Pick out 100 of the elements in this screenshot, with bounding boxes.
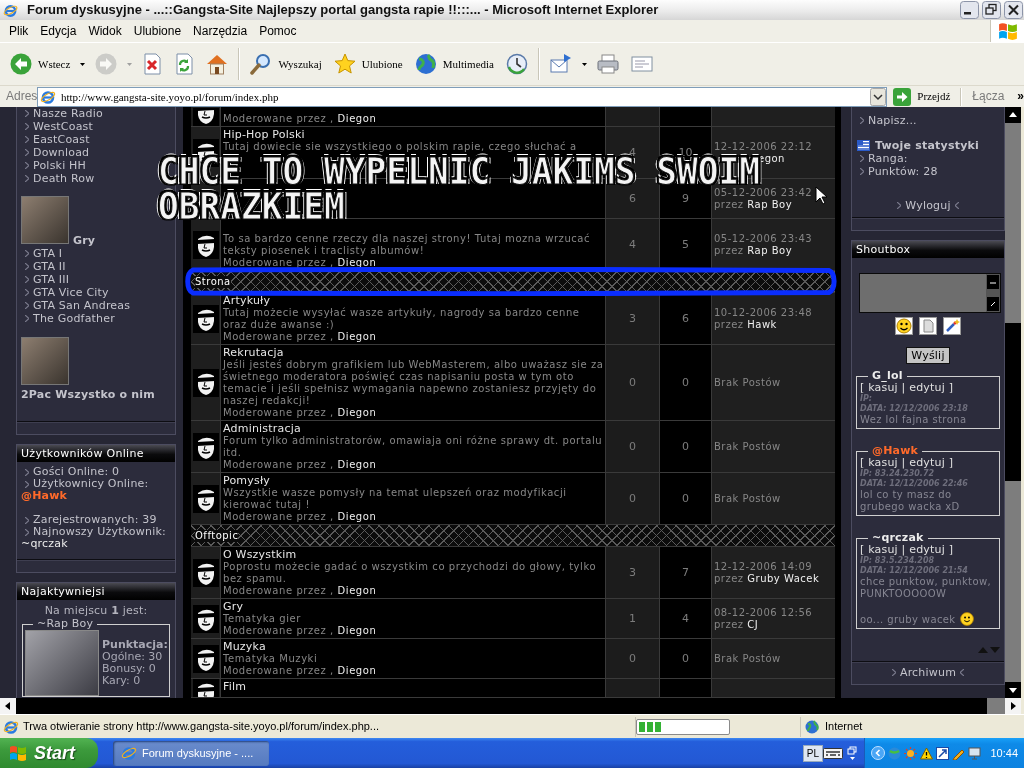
moderator-link[interactable]: Diegon bbox=[337, 257, 377, 268]
moderator-link[interactable]: Diegon bbox=[337, 331, 377, 342]
start-button[interactable]: Start bbox=[0, 738, 98, 768]
forum-title[interactable]: Rekrutacja bbox=[223, 347, 284, 359]
links-button[interactable]: Łącza bbox=[972, 90, 1005, 103]
globe-icon bbox=[805, 719, 819, 734]
scrollbar-thumb[interactable] bbox=[987, 698, 1005, 714]
forum-title[interactable]: Hip-Hop Polski bbox=[223, 129, 305, 141]
author-link[interactable]: Gruby Wacek bbox=[747, 572, 820, 584]
scrollbar-thumb[interactable] bbox=[1005, 323, 1021, 481]
sidebar-link[interactable]: GTA I bbox=[33, 247, 63, 260]
menu-item[interactable]: Widok bbox=[82, 23, 128, 39]
sidebar-link[interactable]: GTA II bbox=[33, 260, 66, 273]
author-link[interactable]: Rap Boy bbox=[747, 198, 793, 210]
more-button[interactable]: » bbox=[1017, 90, 1024, 103]
caret-icon[interactable] bbox=[582, 62, 587, 66]
close-button[interactable] bbox=[1004, 1, 1023, 19]
search-button[interactable]: Wyszukaj bbox=[248, 47, 324, 81]
user-link[interactable]: ~qrczak bbox=[21, 538, 68, 550]
shout-actions[interactable]: [ kasuj | edytuj ] bbox=[860, 457, 954, 469]
sidebar-link[interactable]: EastCoast bbox=[33, 133, 90, 146]
moderator-link[interactable]: Diegon bbox=[337, 459, 377, 470]
no-posts-label: Brak Postów bbox=[714, 652, 781, 665]
scroll-right-button[interactable] bbox=[1005, 698, 1021, 714]
address-combobox[interactable]: http://www.gangsta-site.yoyo.pl/forum/index.php bbox=[37, 86, 888, 107]
author-link[interactable]: CJ bbox=[747, 618, 759, 630]
scroll-left-button[interactable] bbox=[0, 698, 16, 714]
moderator-link[interactable]: Diegon bbox=[337, 585, 377, 596]
category-title[interactable]: Offtopic bbox=[195, 529, 239, 542]
restore-button[interactable] bbox=[982, 1, 1001, 19]
author-link[interactable]: Rap Boy bbox=[747, 244, 793, 256]
scroll-up-button[interactable] bbox=[1005, 107, 1021, 123]
dropdown-button[interactable] bbox=[870, 87, 887, 106]
forum-title[interactable]: Artykuły bbox=[223, 295, 271, 307]
shout-author[interactable]: @Hawk bbox=[868, 445, 923, 457]
menu-item[interactable]: Edycja bbox=[34, 23, 83, 39]
menu-item[interactable]: Narzędzia bbox=[187, 23, 254, 39]
send-button[interactable]: Wyślij bbox=[906, 347, 950, 364]
forum-title[interactable]: Gry bbox=[223, 601, 244, 613]
sidebar-link[interactable]: Death Row bbox=[33, 172, 95, 185]
menu-item[interactable]: Plik bbox=[3, 23, 35, 39]
archive-link[interactable]: Archiwum bbox=[899, 666, 957, 679]
sidebar-link[interactable]: Polski HH bbox=[33, 159, 87, 172]
sidebar-link[interactable]: WestCoast bbox=[33, 120, 94, 133]
media-button[interactable]: Multimedia bbox=[412, 47, 496, 81]
monitor-icon[interactable] bbox=[968, 746, 981, 760]
user-name[interactable]: ~Rap Boy bbox=[33, 618, 98, 630]
moderator-link[interactable]: Diegon bbox=[337, 113, 377, 124]
forum-title[interactable]: Pomysły bbox=[223, 475, 270, 487]
author-link[interactable]: Hawk bbox=[747, 318, 777, 330]
moderator-link[interactable]: Diegon bbox=[337, 665, 377, 676]
sun-icon[interactable] bbox=[904, 746, 917, 760]
favorites-button[interactable]: Ulubione bbox=[331, 47, 405, 81]
user-link[interactable]: @Hawk bbox=[21, 490, 68, 502]
restore-icon[interactable] bbox=[847, 746, 858, 760]
warning-icon[interactable] bbox=[920, 746, 933, 760]
shout-field[interactable] bbox=[859, 273, 1001, 313]
smiley-icon[interactable] bbox=[895, 317, 913, 335]
sidebar-link[interactable]: GTA III bbox=[33, 273, 70, 286]
section-heading[interactable]: 2Pac Wszystko o nim bbox=[21, 388, 155, 401]
forum-title[interactable]: Film bbox=[223, 681, 247, 693]
logout-link[interactable]: Wyloguj bbox=[905, 199, 951, 212]
moderator-link[interactable]: Diegon bbox=[337, 625, 377, 636]
no-posts-label: Brak Postów bbox=[714, 492, 781, 505]
sidebar-link[interactable]: GTA San Andreas bbox=[33, 299, 131, 312]
post-count: 5 bbox=[682, 238, 689, 251]
forum-title[interactable]: O Wszystkim bbox=[223, 549, 297, 561]
post-count: 6 bbox=[682, 312, 689, 325]
go-button[interactable]: Przejdź bbox=[891, 87, 953, 106]
wand-icon[interactable] bbox=[943, 317, 961, 335]
moderator-link[interactable]: Diegon bbox=[337, 407, 377, 418]
expand-button[interactable] bbox=[871, 746, 885, 760]
shout-author[interactable]: ~qrczak bbox=[868, 532, 928, 544]
moderator-link[interactable]: Diegon bbox=[337, 511, 377, 522]
sidebar-link[interactable]: Download bbox=[33, 146, 90, 159]
menu-item[interactable]: Ulubione bbox=[127, 23, 188, 39]
sidebar-link[interactable]: Nasze Radio bbox=[33, 107, 103, 120]
scroll-down-button[interactable] bbox=[1005, 682, 1021, 698]
page-icon[interactable] bbox=[919, 317, 937, 335]
moderator-line: Moderowane przez , Diegon bbox=[223, 407, 377, 419]
back-button[interactable]: Wstecz bbox=[8, 47, 73, 81]
url-field[interactable]: http://www.gangsta-site.yoyo.pl/forum/index.php bbox=[61, 88, 866, 105]
sidebar-link[interactable]: The Godfather bbox=[33, 312, 115, 325]
minimize-button[interactable] bbox=[960, 1, 979, 19]
keyboard-icon[interactable] bbox=[823, 746, 843, 760]
window-arrow-icon[interactable] bbox=[936, 746, 949, 760]
menu-link[interactable]: Napisz... bbox=[868, 114, 917, 127]
category-title[interactable]: Strona bbox=[195, 275, 231, 288]
refresh-icon bbox=[174, 53, 195, 75]
shout-author[interactable]: G_lol bbox=[868, 370, 907, 382]
caret-icon[interactable] bbox=[80, 62, 86, 66]
section-heading[interactable]: Gry bbox=[73, 234, 96, 247]
shout-actions[interactable]: [ kasuj | edytuj ] bbox=[860, 382, 954, 394]
shout-actions[interactable]: [ kasuj | edytuj ] bbox=[860, 544, 954, 556]
sidebar-link[interactable]: GTA Vice City bbox=[33, 286, 109, 299]
menu-item[interactable]: Pomoc bbox=[253, 23, 303, 39]
task-button[interactable]: Forum dyskusyjne - .... bbox=[113, 740, 269, 766]
forum-title[interactable]: Muzyka bbox=[223, 641, 266, 653]
forum-title[interactable]: Administracja bbox=[223, 423, 301, 435]
language-indicator[interactable]: PL bbox=[802, 744, 823, 762]
